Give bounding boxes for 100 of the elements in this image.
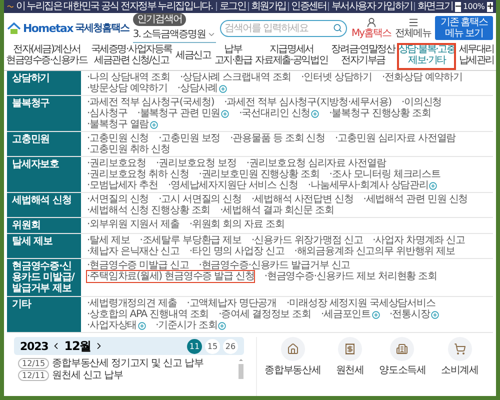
menu-link[interactable]: ·상담사례 [177, 83, 227, 94]
nav-tab[interactable]: 세금신고 [174, 43, 212, 70]
quick-tax-link[interactable]: 양도소득세 [378, 337, 426, 396]
menu-link[interactable]: ·현금영수증·신용카드 제보 처리현황 조회 [264, 271, 438, 282]
classic-menu-button[interactable]: 기존 홈택스 메뉴 보기 [435, 16, 493, 40]
event-date: 12/15 [18, 358, 50, 369]
menu-link[interactable]: ·영세납세자지원단 서비스 신청 [168, 180, 298, 191]
nav-tab[interactable]: 전자(세금)계산서 현금영수증·신용카드 [5, 43, 88, 70]
my-hometax-button[interactable]: My홈택스 [351, 17, 391, 39]
menu-link[interactable]: ·이의신청 [401, 97, 442, 108]
menu-link[interactable]: ·서면질의 신청 [87, 194, 149, 205]
menu-link[interactable]: ·고액체납자 명단공개 [186, 298, 277, 309]
menu-link[interactable]: ·조세탈루 부당환급 제보 [140, 235, 242, 246]
zoom-value: 100% [462, 1, 485, 13]
quick-tax-link[interactable]: 종합부동산세 [264, 337, 321, 396]
menu-link[interactable]: ·불복청구 열람 [87, 119, 158, 130]
util-link[interactable]: 부서사용자 가입하기 [328, 2, 412, 11]
menu-link[interactable]: ·권리보호민원 진행상황 조회 [198, 169, 320, 180]
menu-category: 고충민원 [7, 132, 81, 156]
menu-link[interactable]: ·외부위원 지원서 제출 [87, 219, 180, 230]
menu-link[interactable]: ·위원회 회의 자료 조회 [189, 219, 284, 230]
menu-link[interactable]: ·상담사례 스크랩내역 조회 [180, 72, 292, 83]
menu-category: 기타 [7, 297, 81, 332]
menu-link[interactable]: ·전화상담 예약하기 [382, 72, 462, 83]
menu-link[interactable]: ·관용물품 등 조회 신청 [230, 133, 326, 144]
menu-category: 현금영수증·신용카드 미발급/발급거부 제보 [7, 259, 81, 296]
event-title[interactable]: 원천세 신고 납부 [52, 370, 124, 381]
menu-category: 위원회 [7, 218, 81, 233]
menu-link[interactable]: ·국선대리인 신청 [239, 108, 320, 119]
menu-link[interactable]: ·고시 서면질의 신청 [158, 194, 242, 205]
logo-text[interactable]: Hometax [23, 22, 73, 34]
menu-link[interactable]: ·세법령개정의견 제출 [87, 298, 177, 309]
calendar-month: 12월 [64, 338, 92, 354]
nav-tab[interactable]: 지급명세서 자료제출·공익법인 [254, 43, 329, 70]
menu-link[interactable]: ·불복청구 진행상황 조회 [329, 108, 431, 119]
quick-tax-link[interactable]: 원천세 [336, 337, 364, 396]
all-menu-button[interactable]: 전체메뉴 [395, 17, 431, 39]
menu-link[interactable]: ·인터넷 상담하기 [301, 72, 372, 83]
menu-link[interactable]: ·과세전 적부 심사청구(지방청·세무서용) [224, 97, 392, 108]
menu-link[interactable]: ·세법해석 신청 진행상황 조회 [87, 205, 210, 216]
nav-tab[interactable]: 세무대리 납세관리 [458, 43, 495, 70]
util-link[interactable]: 화면크기 [414, 2, 453, 11]
menu-link[interactable]: ·세법해석 사전답변 신청 [252, 194, 354, 205]
event-date: 12/11 [18, 370, 50, 381]
gov-banner-text: 이 누리집은 대한민국 공식 전자정부 누리집입니다. [16, 0, 212, 13]
menu-link[interactable]: ·현금영수증·신용카드 발급거부 신고 [198, 260, 350, 271]
menu-link[interactable]: ·사업자상태 [87, 320, 146, 331]
util-link[interactable]: 인증센터 [288, 2, 326, 11]
day-chip[interactable]: 11 [187, 338, 202, 354]
menu-link[interactable]: ·고충민원 취하 신청 [87, 144, 170, 155]
menu-link[interactable]: ·과세전 적부 심사청구(국세청) [87, 97, 214, 108]
menu-link[interactable]: ·탈세 제보 [87, 235, 130, 246]
menu-link[interactable]: ·현금영수증 미발급 신고 [87, 260, 189, 271]
menu-category: 탈세 제보 [7, 234, 81, 258]
menu-link[interactable]: ·방문상담 예약하기 [87, 83, 168, 94]
nav-tab[interactable]: 국세증명·사업자등록 세금관련 신청/신고 [90, 43, 173, 70]
day-chip[interactable]: 26 [223, 338, 238, 354]
menu-link[interactable]: ·고충민원 보정 [158, 133, 220, 144]
menu-link[interactable]: ·권리보호요청 심리자료 사전열람 [246, 158, 386, 169]
menu-link[interactable]: ·기준시가 조회 [156, 320, 226, 331]
quick-tax-link[interactable]: 소비계세 [440, 337, 479, 396]
menu-link[interactable]: ·권리보호요청 보정 [156, 158, 236, 169]
menu-category: 세법해석 신청 [7, 193, 81, 217]
search-field[interactable]: 검색어를 입력하세요 [220, 20, 348, 36]
day-chip[interactable]: 15 [205, 338, 220, 354]
menu-link[interactable]: ·권리보호요청 취하 신청 [87, 169, 189, 180]
menu-category: 불복청구 [7, 96, 81, 131]
nav-tab[interactable]: 상담·불복·고충 제보·기타 [397, 43, 456, 70]
menu-link[interactable]: ·사업자 차명계좌 신고 [372, 235, 465, 246]
menu-link[interactable]: ·나의 상담내역 조회 [87, 72, 170, 83]
event-title[interactable]: 종합부동산세 정기고지 및 신고 납부 [52, 358, 204, 369]
menu-link[interactable]: ·상호합의 APA 진행내역 조회 [87, 309, 209, 320]
menu-link[interactable]: ·세법해석 관련 민원 신청 [363, 194, 468, 205]
menu-link[interactable]: ·고충민원 심리자료 사전열람 [335, 133, 456, 144]
menu-category: 상담하기 [7, 71, 81, 95]
popular-keyword-dropdown[interactable]: 3. 소득금액증명원 [132, 27, 216, 43]
menu-link[interactable]: ·미래성장 세정지원 국세상담서비스 [286, 298, 436, 309]
zoom-out-button[interactable]: − [454, 2, 461, 12]
zoom-in-button[interactable]: + [486, 2, 493, 12]
menu-link[interactable]: ·세법해석 결과 회신문 조회 [220, 205, 334, 216]
menu-link[interactable]: ·주택임차료(월세) 현금영수증 발급 신청 [87, 271, 254, 282]
menu-link[interactable]: ·해외금융계좌 신고의무 위반행위 제보 [294, 246, 455, 257]
menu-category: 납세자보호 [7, 157, 81, 192]
menu-link[interactable]: ·조사 모니터링 체크리스트 [329, 169, 440, 180]
util-link[interactable]: 로그인 [216, 2, 246, 11]
util-link[interactable]: 회원가입 [248, 2, 286, 11]
nav-tab[interactable]: 장려금·연말정산 전자기부금 [330, 43, 396, 70]
menu-link[interactable]: ·불복청구 관련 민원 [137, 108, 230, 119]
menu-link[interactable]: ·신용카드 위장가맹점 신고 [252, 235, 363, 246]
menu-link[interactable]: ·타인 명의 사업장 신고 [189, 246, 284, 257]
menu-link[interactable]: ·고충민원 신청 [87, 133, 149, 144]
menu-link[interactable]: ·권리보호요청 [87, 158, 146, 169]
menu-link[interactable]: ·세금포인트 [320, 309, 380, 320]
nav-tab[interactable]: 납부 고지·환급 [213, 43, 253, 70]
menu-link[interactable]: ·심사청구 [87, 108, 128, 119]
menu-link[interactable]: ·전통시장 [390, 309, 439, 320]
menu-link[interactable]: ·체납자 은닉재산 신고 [87, 246, 180, 257]
menu-link[interactable]: ·나눔세무사·회계사 상담관리 [308, 180, 438, 191]
menu-link[interactable]: ·모범납세자 추천 [87, 180, 158, 191]
menu-link[interactable]: ·증여세 결정정보 조회 [218, 309, 311, 320]
